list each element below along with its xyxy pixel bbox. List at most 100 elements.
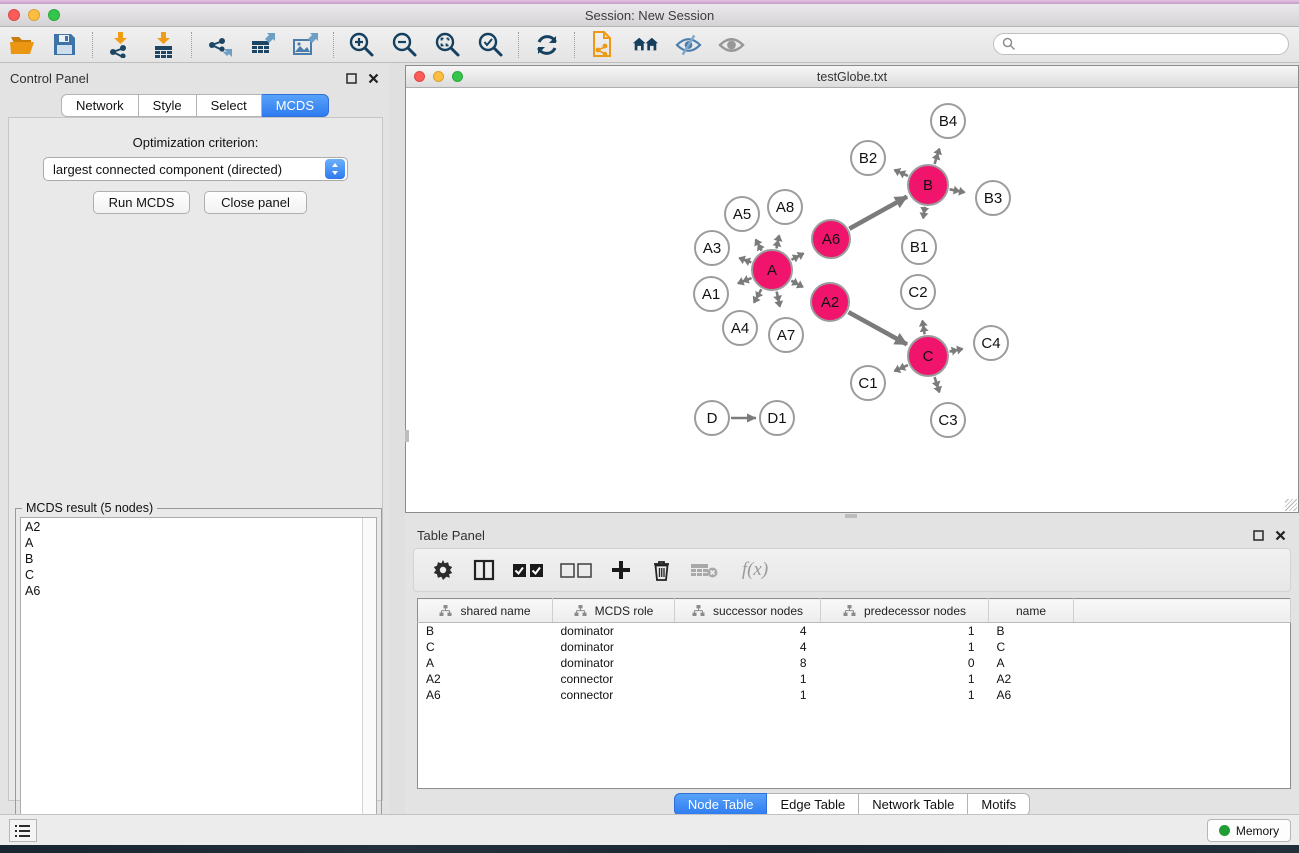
save-session-button[interactable] (51, 31, 78, 58)
node-A1[interactable]: A1 (694, 277, 728, 311)
tab-select[interactable]: Select (197, 94, 262, 117)
scrollbar-track[interactable] (362, 518, 376, 840)
cell[interactable]: 0 (821, 655, 989, 671)
column-header-predecessor-nodes[interactable]: predecessor nodes (821, 599, 989, 623)
refresh-button[interactable] (533, 31, 560, 58)
edge-C-C3[interactable] (935, 377, 940, 392)
cell[interactable]: A6 (418, 687, 553, 703)
edge-B-B4[interactable] (935, 149, 940, 164)
new-network-from-file-button[interactable] (589, 31, 616, 58)
zoom-selected-button[interactable] (477, 31, 504, 58)
cell[interactable] (1074, 655, 1291, 671)
export-table-button[interactable] (249, 31, 276, 58)
edge-B-B1[interactable] (923, 207, 925, 219)
cell[interactable]: 1 (821, 623, 989, 639)
hide-selected-button[interactable] (675, 31, 702, 58)
cell[interactable]: B (989, 623, 1074, 639)
network-hscroll-thumb[interactable] (845, 514, 857, 518)
cell[interactable]: A6 (989, 687, 1074, 703)
import-table-button[interactable] (150, 31, 177, 58)
cell[interactable]: 1 (675, 671, 821, 687)
column-header-shared-name[interactable]: shared name (418, 599, 553, 623)
edge-A6-B[interactable] (849, 197, 907, 229)
memory-button[interactable]: Memory (1207, 819, 1291, 842)
search-box[interactable] (993, 33, 1289, 55)
column-header-successor-nodes[interactable]: successor nodes (675, 599, 821, 623)
edge-A-A3[interactable] (739, 258, 751, 262)
cell[interactable]: connector (553, 687, 675, 703)
cell[interactable]: 1 (675, 687, 821, 703)
tab-network-table[interactable]: Network Table (859, 793, 968, 816)
node-A6[interactable]: A6 (812, 220, 850, 258)
edge-A-A4[interactable] (754, 289, 761, 302)
add-column-button[interactable] (607, 557, 634, 584)
table-row[interactable]: Bdominator41B (418, 623, 1291, 639)
network-window-titlebar[interactable]: testGlobe.txt (406, 66, 1298, 88)
zoom-out-button[interactable] (391, 31, 418, 58)
node-C1[interactable]: C1 (851, 366, 885, 400)
cell[interactable]: dominator (553, 639, 675, 655)
node-C3[interactable]: C3 (931, 403, 965, 437)
cell[interactable]: 1 (821, 687, 989, 703)
task-history-button[interactable] (9, 819, 37, 842)
edge-C-C1[interactable] (894, 365, 907, 371)
edge-A2-C[interactable] (848, 312, 907, 344)
cell[interactable]: dominator (553, 623, 675, 639)
mcds-result-item[interactable]: A6 (25, 583, 362, 599)
tab-network[interactable]: Network (61, 94, 139, 117)
cell[interactable]: connector (553, 671, 675, 687)
network-canvas[interactable]: AA1A3A5A8A4A7A6A2BB2B4B3B1CC2C1C4C3DD1 (406, 88, 1298, 512)
cell[interactable]: 4 (675, 639, 821, 655)
cell[interactable]: 8 (675, 655, 821, 671)
node-C4[interactable]: C4 (974, 326, 1008, 360)
node-table[interactable]: shared nameMCDS rolesuccessor nodesprede… (417, 598, 1291, 789)
node-C2[interactable]: C2 (901, 275, 935, 309)
edge-A-A7[interactable] (777, 292, 780, 307)
close-panel-button-secondary[interactable]: Close panel (204, 191, 307, 214)
cell[interactable] (1074, 639, 1291, 655)
mcds-result-list[interactable]: A2ABCA6 (20, 517, 377, 841)
node-D1[interactable]: D1 (760, 401, 794, 435)
delete-table-button[interactable] (689, 557, 719, 584)
tab-node-table[interactable]: Node Table (674, 793, 768, 816)
table-row[interactable]: A2connector11A2 (418, 671, 1291, 687)
function-builder-button[interactable]: f(x) (733, 557, 777, 584)
node-A3[interactable]: A3 (695, 231, 729, 265)
tab-motifs[interactable]: Motifs (968, 793, 1030, 816)
edge-A-A5[interactable] (756, 240, 762, 251)
show-selected-button[interactable] (718, 31, 745, 58)
edge-B-B3[interactable] (950, 189, 965, 192)
cell[interactable]: 1 (821, 639, 989, 655)
run-mcds-button[interactable]: Run MCDS (93, 191, 190, 214)
float-panel-button[interactable] (345, 72, 358, 85)
cell[interactable] (1074, 623, 1291, 639)
table-row[interactable]: Cdominator41C (418, 639, 1291, 655)
column-header-MCDS-role[interactable]: MCDS role (553, 599, 675, 623)
cell[interactable]: C (418, 639, 553, 655)
criterion-select[interactable]: largest connected component (directed) (43, 157, 348, 181)
edge-A-A2[interactable] (791, 281, 803, 287)
table-row[interactable]: A6connector11A6 (418, 687, 1291, 703)
close-table-panel-button[interactable] (1274, 529, 1287, 542)
node-B3[interactable]: B3 (976, 181, 1010, 215)
zoom-in-button[interactable] (348, 31, 375, 58)
cell[interactable]: A (418, 655, 553, 671)
cell[interactable]: B (418, 623, 553, 639)
search-input[interactable] (1016, 35, 1288, 53)
mcds-result-item[interactable]: C (25, 567, 362, 583)
mcds-result-item[interactable]: A (25, 535, 362, 551)
export-image-button[interactable] (292, 31, 319, 58)
cell[interactable]: A2 (989, 671, 1074, 687)
node-A7[interactable]: A7 (769, 318, 803, 352)
zoom-fit-button[interactable] (434, 31, 461, 58)
node-A4[interactable]: A4 (723, 311, 757, 345)
table-header-row[interactable]: shared nameMCDS rolesuccessor nodesprede… (418, 599, 1291, 623)
network-graph[interactable]: AA1A3A5A8A4A7A6A2BB2B4B3B1CC2C1C4C3DD1 (406, 88, 1298, 512)
node-B[interactable]: B (908, 165, 948, 205)
cell[interactable]: C (989, 639, 1074, 655)
table-settings-button[interactable] (429, 557, 456, 584)
delete-column-button[interactable] (648, 557, 675, 584)
table-row[interactable]: Adominator80A (418, 655, 1291, 671)
mcds-result-item[interactable]: B (25, 551, 362, 567)
cell[interactable] (1074, 671, 1291, 687)
